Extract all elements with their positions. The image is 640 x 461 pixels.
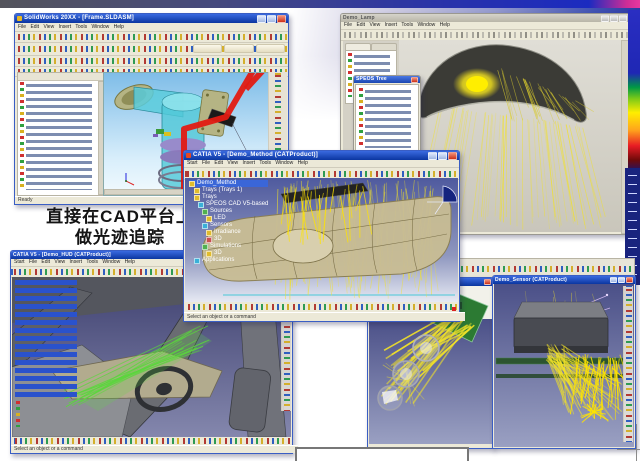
sensor-title-bar[interactable]: Demo_Sensor (CATProduct) <box>493 276 635 284</box>
speos-title: Demo_Lamp <box>343 14 599 22</box>
tree-item[interactable]: Trays <box>194 194 268 201</box>
close-button[interactable] <box>619 15 627 22</box>
sensor-viewport-art <box>494 284 624 447</box>
tree-item[interactable]: LED <box>206 215 268 222</box>
tree-tab-header[interactable] <box>18 73 104 81</box>
palette-icon-column <box>359 88 363 148</box>
tree-icon-column <box>348 53 352 97</box>
catia-axis-glyph <box>452 307 456 311</box>
callout-box <box>295 447 469 461</box>
palette-title-bar[interactable]: SPEOS Tree <box>354 76 420 83</box>
speos-window-buttons <box>601 15 627 22</box>
tree-item[interactable]: Demo_Method <box>189 180 268 187</box>
maximize-button[interactable] <box>267 15 276 23</box>
seat <box>228 367 271 433</box>
close-button[interactable] <box>277 15 286 23</box>
minimize-button[interactable] <box>257 15 266 23</box>
catia-app-icon <box>186 153 191 158</box>
solidworks-window-buttons <box>257 15 286 23</box>
palette-close-button[interactable] <box>411 77 418 83</box>
slide: Demo_Lamp File Edit View Insert Tools Wi… <box>0 0 640 461</box>
command-tab[interactable] <box>193 44 222 53</box>
solidworks-feature-tree[interactable] <box>17 72 105 196</box>
solidworks-menu-bar[interactable]: File Edit View Insert Tools Window Help <box>15 23 288 32</box>
catia-status-bar: Select an object or a command <box>184 312 465 321</box>
tree-item[interactable]: Applications <box>194 257 268 264</box>
corner-mark-horizontal <box>617 449 640 450</box>
solidworks-app-icon <box>17 16 22 21</box>
solidworks-title-bar[interactable]: SolidWorks 20XX - [Frame.SLDASM] <box>15 14 288 23</box>
interior-tree-icons <box>16 401 20 427</box>
tree-item[interactable]: 3D <box>206 250 268 257</box>
palette-title: SPEOS Tree <box>356 76 409 83</box>
tree-item[interactable]: Trays (Trays 1) <box>194 187 268 194</box>
sensor-right-toolbar[interactable] <box>623 286 633 442</box>
interior-selected-tree[interactable] <box>15 280 77 400</box>
catia-window-buttons <box>428 152 457 160</box>
minimize-button[interactable] <box>428 152 437 160</box>
speos-menu-bar[interactable]: File Edit View Insert Tools Window Help <box>341 22 629 30</box>
close-button[interactable] <box>448 152 457 160</box>
solidworks-view-toolbar[interactable] <box>15 56 288 67</box>
tree-item[interactable]: Simulations <box>202 243 268 250</box>
catia-spec-tree[interactable]: Demo_Method Trays (Trays 1) Trays SPEOS … <box>189 180 268 264</box>
tree-item[interactable]: Sources <box>202 208 268 215</box>
minimize-button[interactable] <box>601 15 609 22</box>
catia-viewport[interactable]: Demo_Method Trays (Trays 1) Trays SPEOS … <box>185 178 458 303</box>
palette-tree-panel[interactable] <box>355 84 419 154</box>
palette-row-labels <box>365 88 411 148</box>
minimize-button[interactable] <box>610 277 617 283</box>
catia-title: CATIA V5 - [Demo_Method (CATProduct)] <box>193 151 426 160</box>
window-sensor[interactable]: Demo_Sensor (CATProduct) <box>492 275 636 449</box>
command-manager-buttons[interactable] <box>193 44 285 53</box>
tree-item[interactable]: Sensors <box>202 222 268 229</box>
sensor-title: Demo_Sensor (CATProduct) <box>495 276 608 284</box>
command-tab[interactable] <box>224 44 253 53</box>
housing-top <box>514 302 608 318</box>
solidworks-feature-toolbar[interactable] <box>15 43 288 56</box>
command-tab[interactable] <box>256 44 285 53</box>
tree-row-labels <box>26 82 92 190</box>
solidworks-standard-toolbar[interactable] <box>15 32 288 43</box>
window-catia-main[interactable]: CATIA V5 - [Demo_Method (CATProduct)] St… <box>183 150 460 322</box>
speos-title-bar[interactable]: Demo_Lamp <box>341 14 629 22</box>
catia-menu-bar[interactable]: Start File Edit View Insert Tools Window… <box>184 160 459 168</box>
duct-elbow-top <box>162 93 204 111</box>
tree-item[interactable]: SPEOS CAD V5-based <box>198 201 268 208</box>
catia-title-bar[interactable]: CATIA V5 - [Demo_Method (CATProduct)] <box>184 151 459 160</box>
dome-hotspot-core <box>466 76 488 92</box>
solidworks-title: SolidWorks 20XX - [Frame.SLDASM] <box>24 14 255 23</box>
housing-front <box>514 318 608 348</box>
tree-item[interactable]: 3D <box>206 236 268 243</box>
tree-item[interactable]: Irradiance <box>206 229 268 236</box>
maximize-button[interactable] <box>610 15 618 22</box>
window-speos-palette[interactable]: SPEOS Tree <box>353 75 421 156</box>
tree-icon-column <box>20 82 24 190</box>
false-color-scale <box>628 10 640 168</box>
origin-triad <box>125 173 134 185</box>
sensor-viewport[interactable] <box>494 284 634 447</box>
corner-mark-vertical <box>636 424 637 461</box>
maximize-button[interactable] <box>618 277 625 283</box>
slide-top-bar <box>0 0 640 8</box>
close-button[interactable] <box>626 277 633 283</box>
maximize-button[interactable] <box>438 152 447 160</box>
housing-base <box>514 346 608 353</box>
interior-status-bar: Select an object or a command <box>11 445 298 453</box>
close-button[interactable] <box>484 279 491 285</box>
sensor-window-buttons <box>610 277 633 283</box>
